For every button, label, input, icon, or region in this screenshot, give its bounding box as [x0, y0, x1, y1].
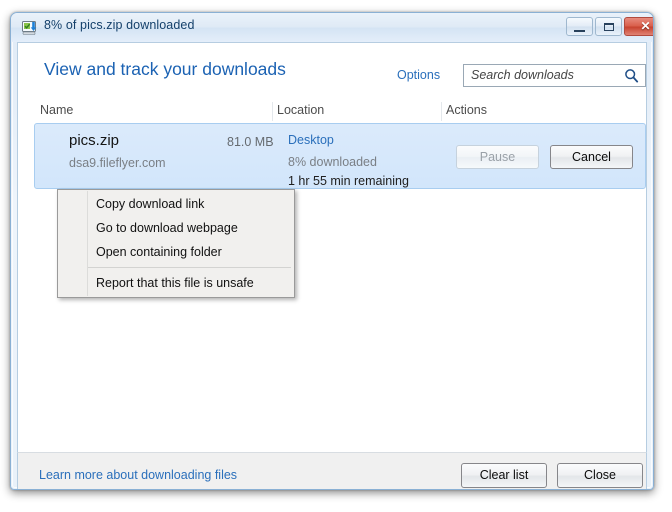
column-divider[interactable]: [441, 102, 442, 121]
maximize-button[interactable]: [595, 17, 622, 36]
menu-item-go-to-download-webpage[interactable]: Go to download webpage: [58, 216, 294, 240]
column-header-row: Name Location Actions: [34, 100, 646, 124]
search-icon[interactable]: [624, 68, 639, 83]
download-source-host: dsa9.fileflyer.com: [69, 156, 166, 170]
window-footer: Learn more about downloading files Clear…: [17, 452, 647, 489]
column-header-actions[interactable]: Actions: [446, 103, 487, 117]
page-title: View and track your downloads: [44, 59, 286, 79]
download-file-name: pics.zip: [69, 132, 120, 149]
context-menu-separator: [88, 267, 291, 268]
column-header-location[interactable]: Location: [277, 103, 324, 117]
window-title: 8% of pics.zip downloaded: [44, 18, 195, 32]
options-link[interactable]: Options: [397, 68, 440, 82]
menu-item-open-containing-folder[interactable]: Open containing folder: [58, 240, 294, 264]
download-manager-window: 8% of pics.zip downloaded ✕ View and tra…: [10, 12, 654, 490]
minimize-icon: [574, 30, 585, 32]
menu-item-copy-download-link[interactable]: Copy download link: [58, 192, 294, 216]
minimize-button[interactable]: [566, 17, 593, 36]
close-button[interactable]: Close: [557, 463, 643, 488]
pause-button[interactable]: Pause: [456, 145, 539, 169]
column-divider[interactable]: [272, 102, 273, 121]
page-header: View and track your downloads Options: [18, 43, 646, 99]
search-input[interactable]: [471, 68, 616, 82]
close-window-button[interactable]: ✕: [624, 17, 653, 36]
close-icon: ✕: [640, 19, 651, 33]
context-menu[interactable]: Copy download link Go to download webpag…: [57, 189, 295, 298]
column-header-name[interactable]: Name: [40, 103, 73, 117]
download-location-link[interactable]: Desktop: [288, 133, 334, 147]
search-box[interactable]: [463, 64, 646, 87]
download-progress-text: 8% downloaded: [288, 155, 377, 169]
clear-list-button[interactable]: Clear list: [461, 463, 547, 488]
learn-more-link[interactable]: Learn more about downloading files: [39, 468, 237, 482]
download-manager-icon: [22, 20, 39, 36]
download-list-item[interactable]: pics.zip 81.0 MB dsa9.fileflyer.com Desk…: [34, 123, 646, 189]
desktop-background: 8% of pics.zip downloaded ✕ View and tra…: [0, 0, 672, 512]
download-file-size: 81.0 MB: [227, 135, 274, 149]
maximize-icon: [604, 23, 614, 31]
download-time-remaining: 1 hr 55 min remaining: [288, 174, 409, 188]
cancel-button[interactable]: Cancel: [550, 145, 633, 169]
menu-item-report-file-unsafe[interactable]: Report that this file is unsafe: [58, 271, 294, 295]
title-bar[interactable]: 8% of pics.zip downloaded ✕: [11, 13, 653, 42]
